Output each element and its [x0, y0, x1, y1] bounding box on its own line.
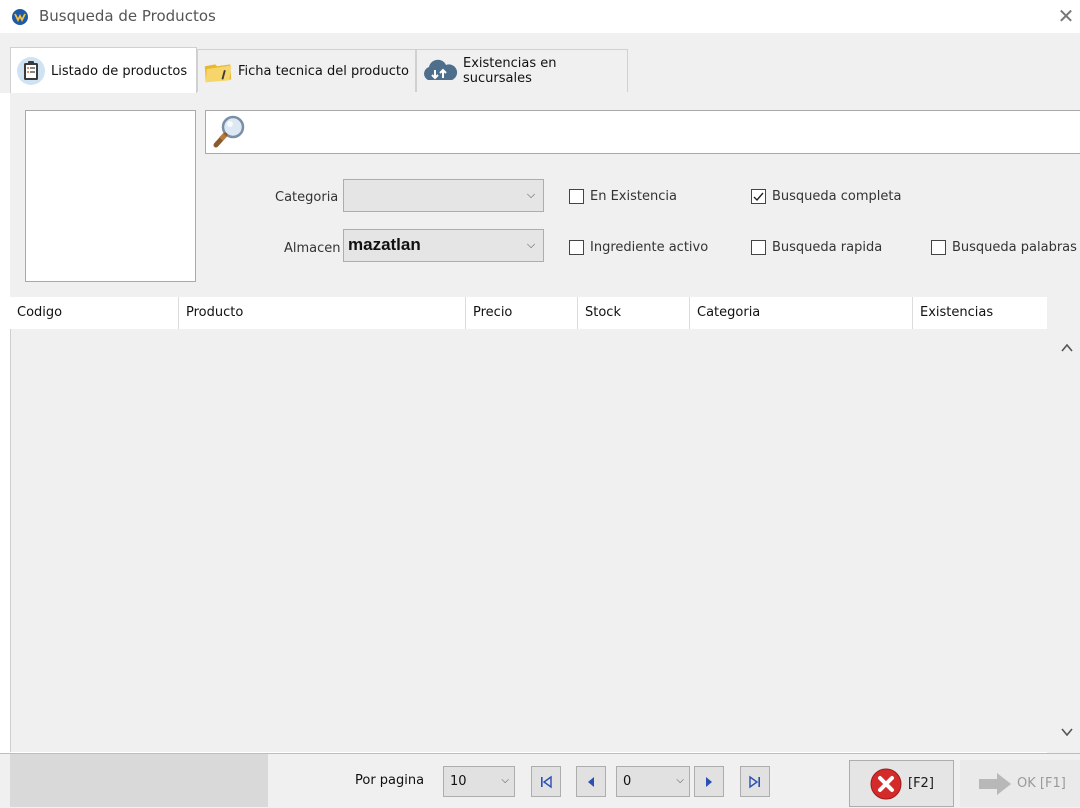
per-page-label: Por pagina	[355, 773, 425, 788]
arrow-right-icon	[977, 771, 1013, 797]
last-page-button[interactable]	[740, 766, 770, 797]
tab-label: Ficha tecnica del producto	[238, 63, 409, 79]
page-select[interactable]: 0 ⌵	[616, 766, 690, 797]
close-icon[interactable]: ✕	[1054, 4, 1078, 28]
checkbox-en-existencia[interactable]: En Existencia	[569, 189, 677, 204]
last-page-icon	[749, 775, 760, 788]
chevron-down-icon[interactable]	[1056, 724, 1078, 746]
cancel-icon	[870, 768, 902, 800]
next-page-icon	[706, 776, 712, 787]
checkmark-icon	[753, 192, 764, 202]
per-page-value: 10	[450, 774, 467, 789]
checkbox-box	[569, 240, 584, 255]
cancel-label: [F2]	[908, 776, 934, 791]
tab-ficha-tecnica[interactable]: Ficha tecnica del producto	[197, 49, 416, 92]
checkbox-label: Busqueda completa	[772, 189, 902, 204]
cancel-button[interactable]: [F2]	[849, 760, 954, 807]
column-header-stock[interactable]: Stock	[578, 297, 690, 329]
search-input[interactable]	[205, 110, 1080, 154]
product-image-box	[25, 110, 196, 282]
column-header-codigo[interactable]: Codigo	[10, 297, 179, 329]
footer-left-panel	[10, 754, 268, 807]
previous-page-icon	[588, 776, 594, 787]
tab-listado-productos[interactable]: Listado de productos	[10, 47, 197, 94]
vertical-scrollbar[interactable]	[1047, 297, 1080, 753]
per-page-select[interactable]: 10 ⌵	[443, 766, 515, 797]
checkbox-label: Busqueda rapida	[772, 240, 883, 255]
checkbox-label: Ingrediente activo	[590, 240, 709, 255]
first-page-button[interactable]	[531, 766, 561, 797]
column-header-existencias[interactable]: Existencias	[913, 297, 1047, 329]
cloud-sync-icon	[421, 55, 459, 87]
first-page-icon	[541, 775, 552, 788]
app-logo-icon	[12, 9, 28, 25]
checkbox-box	[751, 189, 766, 204]
results-table-body[interactable]	[10, 329, 1048, 752]
categoria-select[interactable]: ⌵	[343, 179, 544, 212]
checkbox-busqueda-completa[interactable]: Busqueda completa	[751, 189, 901, 204]
almacen-select[interactable]: mazatlan ⌵	[343, 229, 544, 262]
column-header-producto[interactable]: Producto	[179, 297, 466, 329]
checkbox-box	[751, 240, 766, 255]
column-header-categoria[interactable]: Categoria	[690, 297, 913, 329]
almacen-value: mazatlan	[348, 235, 421, 254]
checkbox-busqueda-rapida[interactable]: Busqueda rapida	[751, 240, 882, 255]
window-title: Busqueda de Productos	[39, 7, 216, 25]
clipboard-list-icon	[15, 55, 47, 87]
tab-label: Listado de productos	[51, 63, 188, 79]
folder-icon	[202, 55, 234, 87]
column-header-precio[interactable]: Precio	[466, 297, 578, 329]
chevron-down-icon: ⌵	[501, 775, 509, 786]
checkbox-label: Busqueda palabras	[952, 240, 1077, 255]
chevron-up-icon[interactable]	[1056, 340, 1078, 362]
tab-label: Existencias en sucursales	[463, 56, 557, 86]
checkbox-ingrediente-activo[interactable]: Ingrediente activo	[569, 240, 708, 255]
next-page-button[interactable]	[694, 766, 724, 797]
previous-page-button[interactable]	[576, 766, 606, 797]
checkbox-busqueda-palabras[interactable]: Busqueda palabras	[931, 240, 1077, 255]
chevron-down-icon: ⌵	[526, 238, 536, 251]
tab-existencias-sucursales[interactable]: Existencias en sucursales	[416, 49, 628, 92]
page-value: 0	[623, 774, 632, 789]
almacen-label: Almacen	[284, 241, 341, 256]
magnifier-icon[interactable]	[212, 114, 248, 150]
chevron-down-icon: ⌵	[526, 188, 536, 201]
checkbox-box	[569, 189, 584, 204]
checkbox-label: En Existencia	[590, 189, 677, 204]
ok-button[interactable]: OK [F1]	[960, 760, 1080, 807]
chevron-down-icon: ⌵	[676, 775, 684, 786]
categoria-label: Categoria	[275, 190, 339, 205]
ok-label: OK [F1]	[1017, 776, 1066, 791]
checkbox-box	[931, 240, 946, 255]
